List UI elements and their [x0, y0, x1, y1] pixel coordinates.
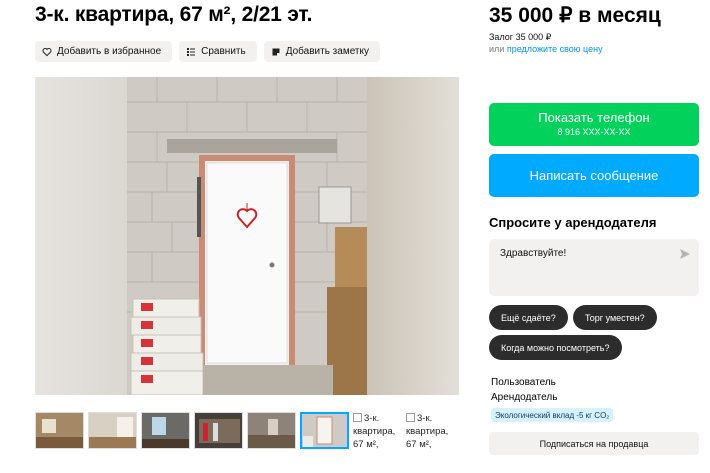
main-photo[interactable]	[127, 77, 367, 395]
thumbnail-broken[interactable]: 3-к. квартира, 67 м²,	[353, 412, 402, 457]
compare-button[interactable]: Сравнить	[179, 41, 257, 62]
send-icon[interactable]	[679, 248, 691, 260]
deposit: Залог 35 000 ₽	[489, 32, 552, 42]
offer-prefix: или	[489, 44, 505, 54]
note-icon	[272, 48, 280, 55]
add-note-button[interactable]: Добавить заметку	[263, 41, 380, 62]
ask-seller-title: Спросите у арендодателя	[489, 215, 657, 230]
show-phone-button[interactable]: Показать телефон 8 916 XXX-XX-XX	[489, 103, 699, 146]
price: 35 000 ₽ в месяц	[489, 4, 661, 27]
message-input[interactable]: Здравствуйте!	[489, 239, 699, 296]
seller-role: Арендодатель	[491, 392, 558, 403]
offer-price-link[interactable]: предложите свою цену	[507, 44, 603, 54]
add-to-favorites-label: Добавить в избранное	[57, 46, 162, 57]
thumbnail-broken[interactable]: 3-к. квартира, 67 м²,	[406, 412, 455, 457]
add-to-favorites-button[interactable]: Добавить в избранное	[35, 41, 173, 62]
quick-question-chip[interactable]: Когда можно посмотреть?	[489, 335, 622, 360]
message-text: Здравствуйте!	[500, 248, 567, 259]
offer-line: или предложите свою цену	[489, 44, 603, 54]
thumbnail[interactable]	[35, 412, 84, 449]
thumbnail[interactable]	[194, 412, 243, 449]
gallery-blur-right	[367, 77, 459, 395]
subscribe-button[interactable]: Подписаться на продавца	[489, 432, 699, 455]
compare-icon	[187, 47, 196, 56]
gallery-blur-left	[35, 77, 127, 395]
compare-label: Сравнить	[201, 46, 246, 57]
quick-question-chip[interactable]: Торг уместен?	[573, 305, 657, 330]
write-message-button[interactable]: Написать сообщение	[489, 154, 699, 197]
show-phone-label: Показать телефон	[538, 110, 650, 125]
quick-question-chip[interactable]: Ещё сдаёте?	[489, 305, 568, 330]
thumbnail-active[interactable]	[300, 412, 349, 449]
add-note-label: Добавить заметку	[285, 46, 369, 57]
listing-actions: Добавить в избранное Сравнить Добавить з…	[35, 41, 380, 62]
heart-icon	[42, 47, 52, 56]
listing-title: 3-к. квартира, 67 м², 2/21 эт.	[35, 3, 313, 26]
seller-name[interactable]: Пользователь	[491, 377, 556, 388]
thumbnail[interactable]	[88, 412, 137, 449]
broken-image-icon	[353, 413, 362, 422]
thumbnail-strip: 3-к. квартира, 67 м², 3-к. квартира, 67 …	[35, 412, 455, 457]
broken-image-icon	[406, 413, 415, 422]
phone-masked: 8 916 XXX-XX-XX	[557, 127, 631, 137]
photo-gallery[interactable]	[35, 77, 459, 395]
thumbnail[interactable]	[247, 412, 296, 449]
eco-badge: Экологический вклад -5 кг CO₂	[491, 408, 614, 422]
thumbnail[interactable]	[141, 412, 190, 449]
